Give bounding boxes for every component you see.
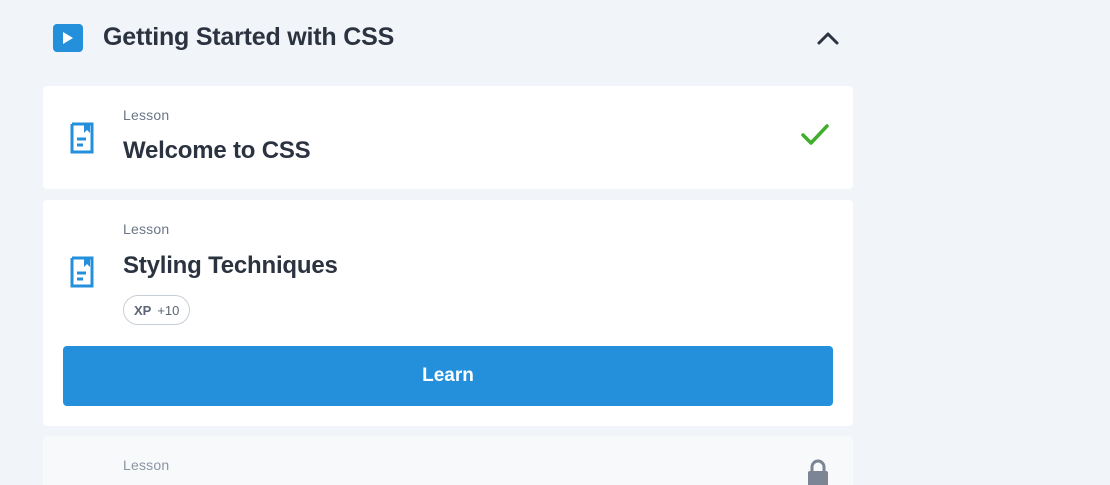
course-module: Getting Started with CSS Lesson Welcome … [0,0,1110,485]
lesson-card-locked: Lesson [43,436,853,485]
lesson-type-label: Lesson [123,457,170,473]
lesson-type-label: Lesson [123,107,170,123]
module-title: Getting Started with CSS [103,23,395,51]
chevron-up-icon [817,32,839,45]
lesson-type-label: Lesson [123,221,170,237]
lesson-title: Welcome to CSS [123,137,311,164]
collapse-toggle[interactable] [813,24,843,52]
lesson-title: Styling Techniques [123,252,338,279]
xp-label: XP [134,302,152,318]
check-icon [801,124,829,145]
lesson-document-icon [70,256,94,288]
xp-badge: XP +10 [123,295,191,325]
lesson-document-icon [70,122,94,154]
xp-value: +10 [157,302,180,318]
module-header[interactable]: Getting Started with CSS [43,0,853,76]
lesson-card-welcome-to-css[interactable]: Lesson Welcome to CSS [43,86,853,189]
learn-button[interactable]: Learn [63,346,833,406]
lesson-card-styling-techniques: Lesson Styling Techniques XP +10 Learn [43,200,853,426]
play-icon [53,24,83,52]
lock-icon [808,459,828,485]
